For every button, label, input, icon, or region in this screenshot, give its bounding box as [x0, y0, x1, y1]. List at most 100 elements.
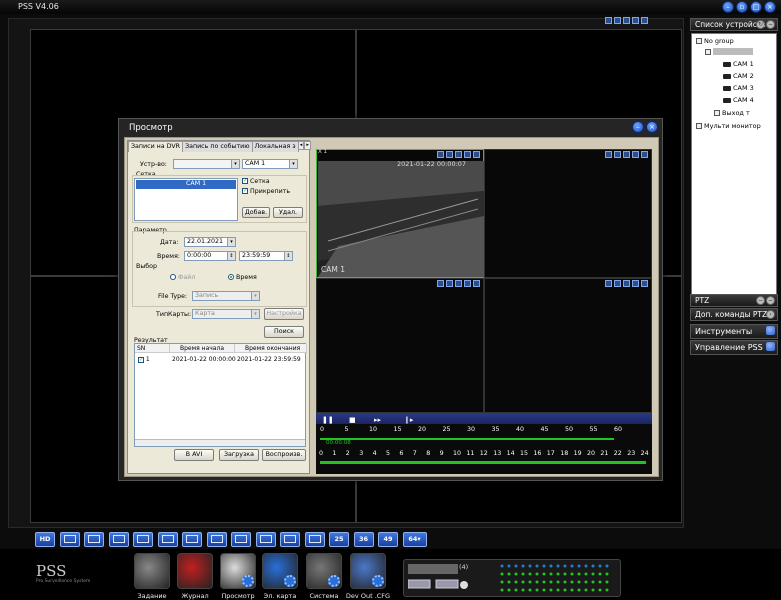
tree-item[interactable]: CAM 1: [723, 60, 754, 68]
settings-button[interactable]: Настройка: [264, 308, 304, 320]
channel-select[interactable]: CAM 1 ▾: [242, 159, 298, 169]
radio-time[interactable]: Время: [228, 274, 257, 281]
tree-item[interactable]: CAM 4: [723, 96, 754, 104]
tab-left-arrow-icon[interactable]: ◂: [297, 141, 305, 150]
app-launcher-item[interactable]: Журнал: [174, 552, 216, 600]
fast-forward-icon[interactable]: ▸▸: [374, 416, 381, 424]
time-to-spinner-icon[interactable]: ⇕: [284, 252, 292, 260]
playback-cell-1[interactable]: X 1 2021-01-22 00:00:07 CAM 1: [316, 149, 484, 278]
search-button[interactable]: Поиск: [264, 326, 304, 338]
col-end[interactable]: Время окончания: [235, 344, 307, 353]
device-list-header[interactable]: Список устройств ↻ −: [690, 18, 778, 31]
restore-icon[interactable]: ▫: [736, 1, 748, 13]
tab-event-records[interactable]: Запись по событию: [182, 141, 253, 152]
tools-expand-icon[interactable]: [766, 326, 775, 335]
expand-icon[interactable]: [696, 38, 702, 44]
pause-icon[interactable]: ❚❚: [322, 416, 334, 424]
export-avi-button[interactable]: В AVI: [174, 449, 214, 461]
ptz-pin-icon[interactable]: −: [756, 296, 765, 305]
grid-list-item[interactable]: CAM 1: [136, 180, 236, 189]
play-button[interactable]: Воспроизв.: [262, 449, 306, 461]
grid-checkbox[interactable]: ✓ Сетка: [242, 178, 270, 185]
dialog-close-icon[interactable]: ×: [646, 121, 658, 133]
device-select[interactable]: ▾: [173, 159, 240, 169]
video-area-toolbar[interactable]: [605, 17, 679, 24]
col-start[interactable]: Время начала: [170, 344, 235, 353]
layout-button[interactable]: [182, 532, 202, 547]
time-to-field[interactable]: 23:59:59 ⇕: [239, 251, 293, 261]
layout-button[interactable]: [231, 532, 251, 547]
add-button[interactable]: Добав.: [242, 207, 270, 218]
ptz-extra-expand-icon[interactable]: ›: [766, 310, 775, 319]
app-launcher-item[interactable]: Задание: [131, 552, 173, 600]
tree-item[interactable]: Мульти монитор: [696, 122, 761, 130]
time-from-field[interactable]: 0:00:00 ⇕: [184, 251, 236, 261]
layout-button[interactable]: 25: [329, 532, 349, 547]
ptz-extra-header[interactable]: Доп. команды PTZ ›: [690, 308, 778, 321]
app-launcher-item[interactable]: Просмотр: [217, 552, 259, 600]
playback-cell-4[interactable]: [484, 278, 652, 413]
minimize-icon[interactable]: –: [722, 1, 734, 13]
date-field[interactable]: 22.01.2021 ▾: [184, 237, 236, 247]
tree-item[interactable]: No group: [696, 37, 734, 45]
layout-button[interactable]: [280, 532, 300, 547]
tab-dvr-records[interactable]: Записи на DVR: [128, 141, 184, 152]
collapse-icon[interactable]: −: [766, 20, 775, 29]
stop-icon[interactable]: ■: [349, 416, 356, 424]
layout-button[interactable]: [304, 532, 325, 547]
ptz-collapse-icon[interactable]: −: [766, 296, 775, 305]
management-header[interactable]: Управление PSS: [690, 340, 778, 355]
tree-item[interactable]: CAM 2: [723, 72, 754, 80]
grid-list[interactable]: CAM 1: [134, 178, 238, 221]
layout-button[interactable]: [59, 532, 80, 547]
step-frame-icon[interactable]: ❙▸: [404, 416, 413, 424]
tab-local-records[interactable]: Локальная з: [251, 141, 299, 152]
layout-button[interactable]: HD: [35, 532, 55, 547]
layout-button[interactable]: 36: [353, 532, 374, 547]
result-row-sn[interactable]: ✓ 1: [138, 356, 150, 364]
cell-toolbar[interactable]: [437, 280, 480, 287]
device-tree[interactable]: No group CAM 1 CAM 2 CAM 3 CAM 4 Выход т Мульт…: [691, 33, 777, 297]
dialog-minimize-icon[interactable]: –: [632, 121, 644, 133]
cell-toolbar[interactable]: [437, 151, 480, 158]
table-scrollbar[interactable]: [135, 439, 305, 446]
management-expand-icon[interactable]: [766, 342, 775, 351]
layout-button[interactable]: 64▾: [402, 532, 427, 547]
layout-button[interactable]: [133, 532, 153, 547]
col-sn[interactable]: SN: [135, 344, 170, 353]
time-from-spinner-icon[interactable]: ⇕: [227, 252, 235, 260]
layout-button[interactable]: [84, 532, 104, 547]
layout-button[interactable]: [255, 532, 276, 547]
cell-toolbar[interactable]: [605, 280, 648, 287]
tab-right-arrow-icon[interactable]: ▸: [304, 141, 311, 150]
tree-item[interactable]: [705, 48, 753, 55]
radio-file[interactable]: Файл: [170, 274, 195, 281]
pin-checkbox[interactable]: ✓ Прикрепить: [242, 188, 290, 195]
layout-button[interactable]: [157, 532, 178, 547]
app-launcher-item[interactable]: Система: [303, 552, 345, 600]
cell-toolbar[interactable]: [605, 151, 648, 158]
maximize-icon[interactable]: □: [750, 1, 762, 13]
refresh-icon[interactable]: ↻: [756, 20, 765, 29]
expand-icon[interactable]: [705, 48, 711, 55]
ptz-header[interactable]: PTZ − −: [690, 294, 778, 307]
layout-button[interactable]: 49: [378, 532, 398, 547]
result-cell-start: 2021-01-22 00:00:00: [172, 356, 236, 363]
expand-icon[interactable]: [696, 123, 702, 129]
close-icon[interactable]: ×: [764, 1, 776, 13]
delete-button[interactable]: Удал.: [273, 207, 303, 218]
layout-button[interactable]: [108, 532, 129, 547]
tree-item[interactable]: Выход т: [714, 109, 750, 117]
expand-icon[interactable]: [714, 110, 720, 116]
app-launcher-item[interactable]: Dev Out .CFG: [346, 552, 390, 600]
tree-item[interactable]: CAM 3: [723, 84, 754, 92]
layout-button[interactable]: [206, 532, 227, 547]
playback-cell-3[interactable]: [316, 278, 484, 413]
row-checkbox[interactable]: ✓: [138, 356, 144, 363]
cardtype-select[interactable]: Карта ▾: [192, 309, 260, 319]
download-button[interactable]: Загрузка: [219, 449, 259, 461]
playback-cell-2[interactable]: [484, 149, 652, 278]
app-launcher-item[interactable]: Эл. карта: [259, 552, 301, 600]
filetype-select[interactable]: Запись ▾: [192, 291, 260, 301]
tools-header[interactable]: Инструменты: [690, 324, 778, 339]
